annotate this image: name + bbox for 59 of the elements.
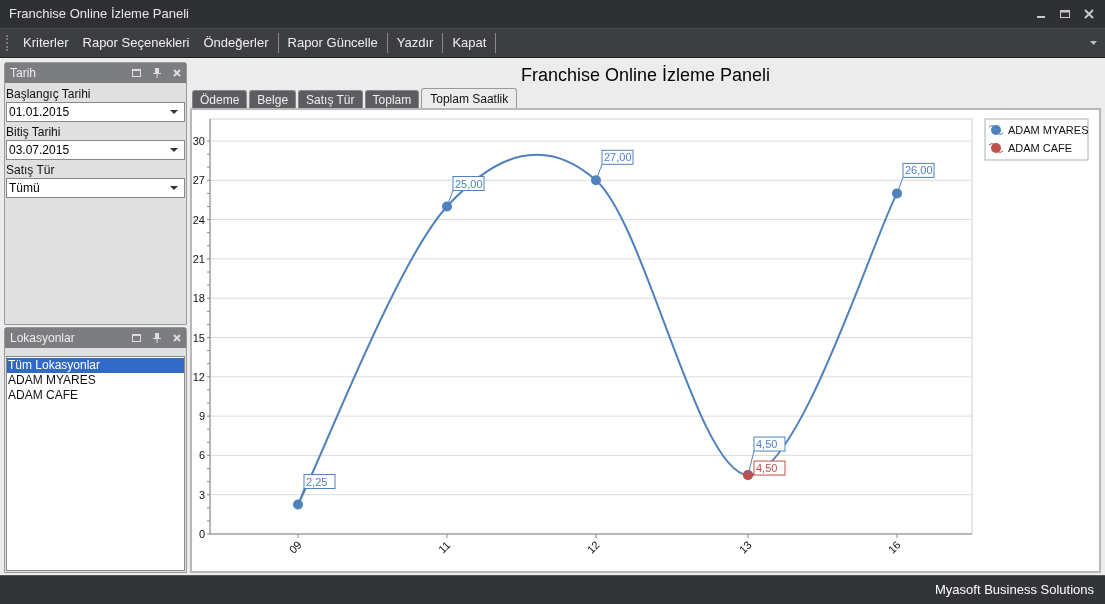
data-label: 4,50 [753, 436, 786, 452]
field-label: Bitiş Tarihi [6, 125, 62, 140]
data-label: 2,25 [303, 474, 336, 490]
toolbar-button[interactable]: Yazdır [389, 32, 441, 54]
toolbar-button[interactable]: Kriterler [16, 32, 76, 54]
field-label: Satış Tür [6, 163, 56, 178]
legend-label: ADAM CAFE [1008, 142, 1073, 154]
y-axis-label: 21 [192, 252, 205, 265]
y-axis-label: 6 [198, 449, 205, 462]
caret-icon[interactable] [170, 110, 178, 114]
x-axis-label: 13 [736, 538, 754, 556]
y-axis-label: 27 [192, 174, 205, 187]
toolbar-button[interactable]: Rapor Güncelle [280, 32, 385, 54]
data-label: 4,50 [753, 460, 786, 476]
panel-title: Lokasyonlar [10, 330, 75, 347]
data-label: 27,00 [601, 149, 634, 165]
date-dropdown[interactable]: 01.01.2015 [6, 102, 185, 122]
location-item[interactable]: Tüm Lokasyonlar [7, 358, 184, 373]
field-label: Başlangıç Tarihi [6, 87, 92, 102]
tab[interactable]: Toplam [364, 90, 420, 108]
y-axis-label: 24 [192, 213, 205, 226]
y-axis-label: 9 [198, 410, 205, 423]
date-dropdown[interactable]: 03.07.2015 [6, 140, 185, 160]
pin-icon[interactable] [153, 68, 161, 78]
y-axis-label: 18 [192, 292, 205, 305]
tab[interactable]: Satış Tür [298, 90, 363, 108]
toolbar-button[interactable]: Kapat [445, 32, 494, 54]
y-axis-label: 0 [198, 528, 205, 540]
y-axis-label: 30 [192, 135, 205, 147]
location-item[interactable]: ADAM MYARES [7, 373, 184, 388]
toolbar-button[interactable]: Öndeğerler [196, 32, 276, 54]
legend-label: ADAM MYARES [1008, 124, 1089, 136]
tab[interactable]: Ödeme [192, 90, 248, 108]
caret-icon[interactable] [170, 186, 178, 190]
window-icon[interactable] [132, 69, 141, 77]
pin-icon[interactable] [153, 333, 161, 343]
status-text: Myasoft Business Solutions [935, 581, 1094, 600]
x-axis-label: 09 [286, 538, 304, 556]
tab[interactable]: Toplam Saatlik [421, 88, 518, 108]
panel-title: Franchise Online İzleme Paneli [520, 63, 771, 87]
caret-icon[interactable] [1090, 41, 1097, 45]
y-axis-label: 12 [192, 370, 205, 383]
location-item[interactable]: ADAM CAFE [7, 388, 184, 403]
x-axis-label: 16 [885, 538, 903, 556]
x-axis-label: 11 [435, 538, 453, 556]
data-label: 26,00 [902, 162, 935, 178]
close-icon[interactable] [1084, 9, 1094, 19]
panel-title: Tarih [10, 65, 36, 82]
x-axis-label: 12 [584, 538, 602, 556]
date-dropdown[interactable]: Tümü [6, 178, 185, 198]
tab[interactable]: Belge [249, 90, 297, 108]
window-title: Franchise Online İzleme Paneli [9, 5, 189, 24]
y-axis-label: 15 [192, 331, 205, 344]
y-axis-label: 3 [198, 488, 205, 501]
toolbar-button[interactable]: Rapor Seçenekleri [75, 32, 197, 54]
window-icon[interactable] [132, 334, 141, 342]
data-label: 25,00 [452, 176, 485, 191]
maximize-icon[interactable] [1060, 9, 1070, 19]
caret-icon[interactable] [170, 148, 178, 152]
